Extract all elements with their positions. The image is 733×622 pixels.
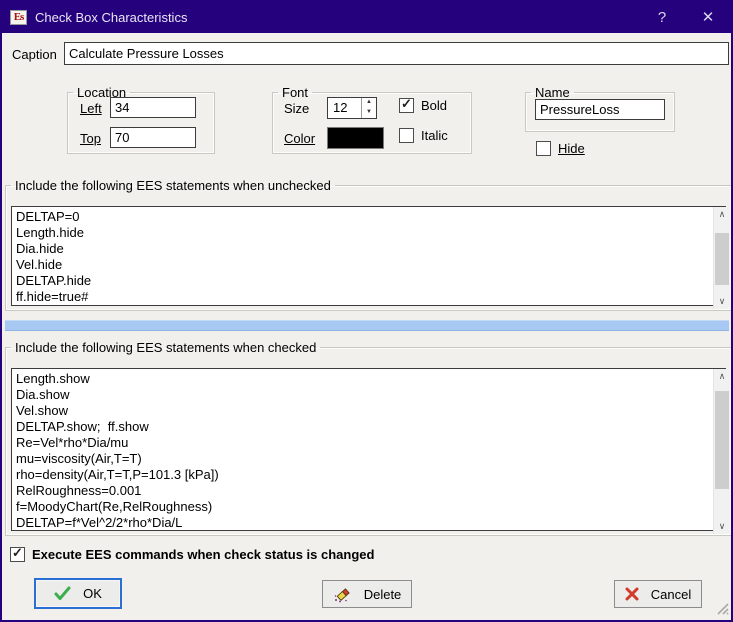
red-x-icon [625,587,639,601]
font-color-swatch[interactable] [327,127,384,149]
italic-option[interactable]: ✓ Italic [399,128,448,143]
top-input[interactable] [110,127,196,148]
font-size-spinner: 12 ▲ ▼ [327,97,377,119]
unchecked-statements-group: Include the following EES statements whe… [5,178,732,311]
hide-checkbox[interactable]: ✓ [536,141,551,156]
eraser-icon [333,585,352,603]
checked-statements-legend: Include the following EES statements whe… [11,340,320,355]
bold-option[interactable]: ✓ Bold [399,98,447,113]
size-label: Size [284,101,309,116]
green-check-icon [54,586,71,601]
ok-button-label: OK [83,586,102,601]
cancel-button[interactable]: Cancel [614,580,702,608]
hide-option[interactable]: ✓ Hide [536,141,585,156]
checkbox-characteristics-dialog: Es Check Box Characteristics ? ✕ Caption… [0,0,733,622]
top-label: Top [80,131,101,146]
scroll-down-icon[interactable]: ∨ [714,294,730,309]
bold-label: Bold [421,98,447,113]
window-title: Check Box Characteristics [35,10,187,25]
scroll-down-icon[interactable]: ∨ [714,519,730,534]
ees-app-icon: Es [10,10,27,25]
scrollbar-thumb[interactable] [715,233,729,285]
unchecked-scrollbar[interactable]: ∧ ∨ [713,207,730,309]
name-group-legend: Name [531,85,574,100]
title-bar[interactable]: Es Check Box Characteristics ? ✕ [2,2,731,33]
font-size-value[interactable]: 12 [328,98,361,118]
caption-input[interactable] [64,42,729,65]
caption-label: Caption [12,47,57,62]
name-input[interactable] [535,99,665,120]
resize-grip[interactable] [715,601,729,618]
execute-option[interactable]: ✓ Execute EES commands when check status… [10,547,374,562]
checked-statements-group: Include the following EES statements whe… [5,340,732,536]
spin-up-icon[interactable]: ▲ [362,98,376,108]
execute-label: Execute EES commands when check status i… [32,547,374,562]
unchecked-statements-editor[interactable]: DELTAP=0 Length.hide Dia.hide Vel.hide D… [11,206,726,306]
italic-checkbox[interactable]: ✓ [399,128,414,143]
scroll-up-icon[interactable]: ∧ [714,207,730,222]
separator-bar [5,320,729,331]
scrollbar-thumb[interactable] [715,391,729,489]
checkmark-icon: ✓ [12,545,23,561]
spin-down-icon[interactable]: ▼ [362,108,376,118]
left-input[interactable] [110,97,196,118]
left-label: Left [80,101,102,116]
cancel-button-label: Cancel [651,587,691,602]
bold-checkbox[interactable]: ✓ [399,98,414,113]
delete-button-label: Delete [364,587,402,602]
execute-checkbox[interactable]: ✓ [10,547,25,562]
color-label: Color [284,131,315,146]
checkmark-icon: ✓ [401,96,412,112]
ok-button[interactable]: OK [34,578,122,609]
font-group-legend: Font [278,85,312,100]
checked-statements-editor[interactable]: Length.show Dia.show Vel.show DELTAP.sho… [11,368,726,531]
close-button[interactable]: ✕ [685,2,731,33]
delete-button[interactable]: Delete [322,580,412,608]
italic-label: Italic [421,128,448,143]
scroll-up-icon[interactable]: ∧ [714,369,730,384]
checked-scrollbar[interactable]: ∧ ∨ [713,369,730,534]
help-button[interactable]: ? [639,2,685,33]
unchecked-statements-legend: Include the following EES statements whe… [11,178,335,193]
hide-label: Hide [558,141,585,156]
